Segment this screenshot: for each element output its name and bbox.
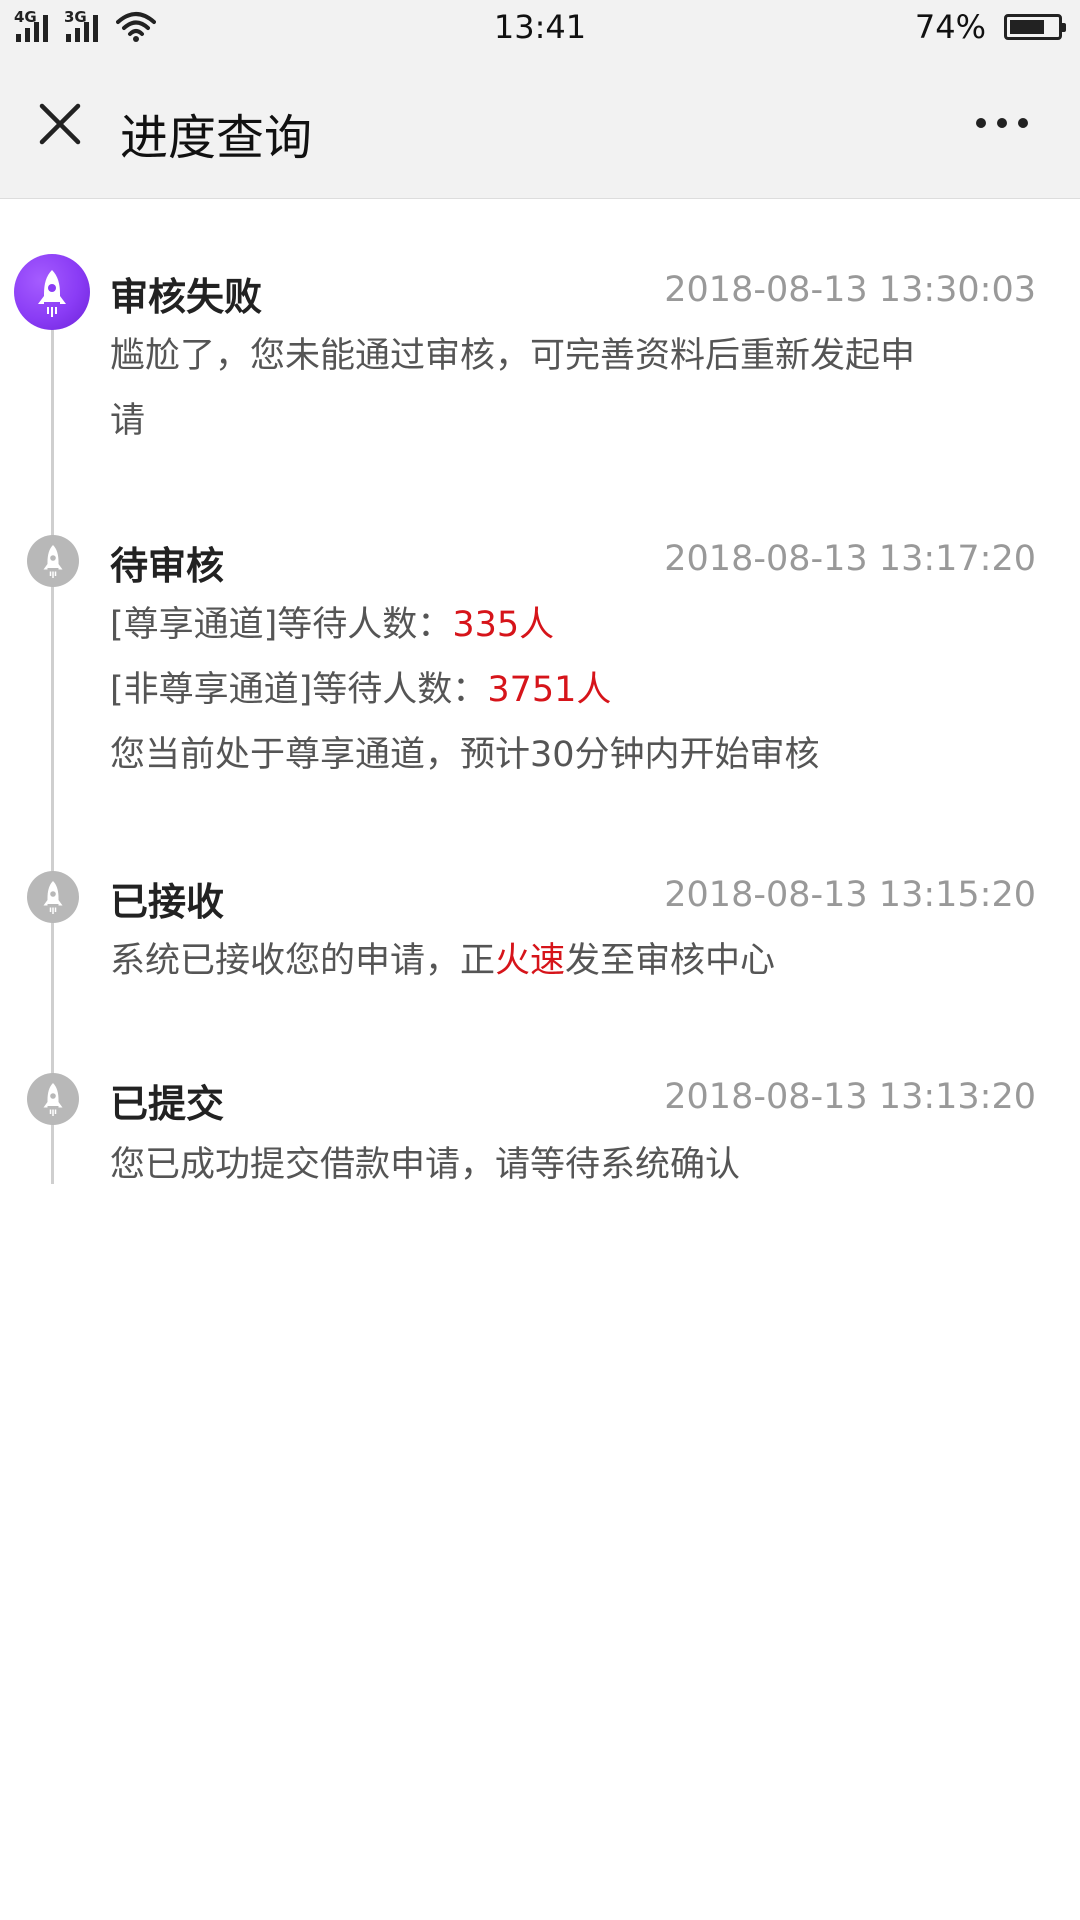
description-text: 系统已接收您的申请，正 [110, 941, 496, 981]
step-timestamp: 2018-08-13 13:15:20 [664, 875, 1036, 915]
more-icon[interactable] [974, 116, 1030, 130]
step-title: 待审核 [110, 544, 225, 588]
rocket-icon [14, 254, 90, 330]
description-highlight: 火速 [495, 941, 566, 981]
estimate-line: 您当前处于尊享通道，预计30分钟内开始审核 [110, 735, 820, 775]
step-timestamp: 2018-08-13 13:17:20 [664, 539, 1036, 579]
navbar: 进度查询 [0, 58, 1080, 199]
normal-queue-line: [非尊享通道]等待人数：3751人 [110, 658, 1010, 723]
step-timestamp: 2018-08-13 13:30:03 [664, 270, 1036, 310]
step-timestamp: 2018-08-13 13:13:20 [664, 1077, 1036, 1117]
description-line: 请 [110, 401, 146, 441]
status-bar: 4G 3G 13:41 74% [0, 0, 1080, 58]
battery-level [1010, 20, 1044, 34]
description-line: 系统已接收您的申请，正火速发至审核中心 [110, 929, 1010, 994]
page-title: 进度查询 [120, 110, 313, 166]
step-description: 系统已接收您的申请，正火速发至审核中心 [110, 929, 1010, 994]
step-title: 已接收 [110, 880, 225, 924]
rocket-icon [27, 535, 79, 587]
normal-queue-label: [非尊享通道]等待人数： [110, 670, 488, 710]
timeline-connector [51, 294, 54, 1184]
close-icon[interactable] [36, 100, 84, 148]
step-description: 尴尬了，您未能通过审核，可完善资料后重新发起申 请 [110, 324, 1010, 454]
vip-queue-count: 335人 [452, 605, 555, 645]
step-description: 您已成功提交借款申请，请等待系统确认 [110, 1133, 1010, 1198]
description-line: 尴尬了，您未能通过审核，可完善资料后重新发起申 [110, 336, 916, 376]
vip-queue-label: [尊享通道]等待人数： [110, 605, 453, 645]
rocket-icon [27, 871, 79, 923]
rocket-icon [27, 1073, 79, 1125]
description-line: 您已成功提交借款申请，请等待系统确认 [110, 1145, 741, 1185]
vip-queue-line: [尊享通道]等待人数：335人 [110, 593, 1010, 658]
step-description: [尊享通道]等待人数：335人 [非尊享通道]等待人数：3751人 您当前处于尊… [110, 593, 1010, 788]
step-title: 已提交 [110, 1082, 225, 1126]
step-title: 审核失败 [110, 275, 263, 319]
battery-icon [1004, 14, 1066, 40]
battery-percentage: 74% [914, 8, 986, 46]
description-text: 发至审核中心 [565, 941, 776, 981]
normal-queue-count: 3751人 [487, 670, 612, 710]
